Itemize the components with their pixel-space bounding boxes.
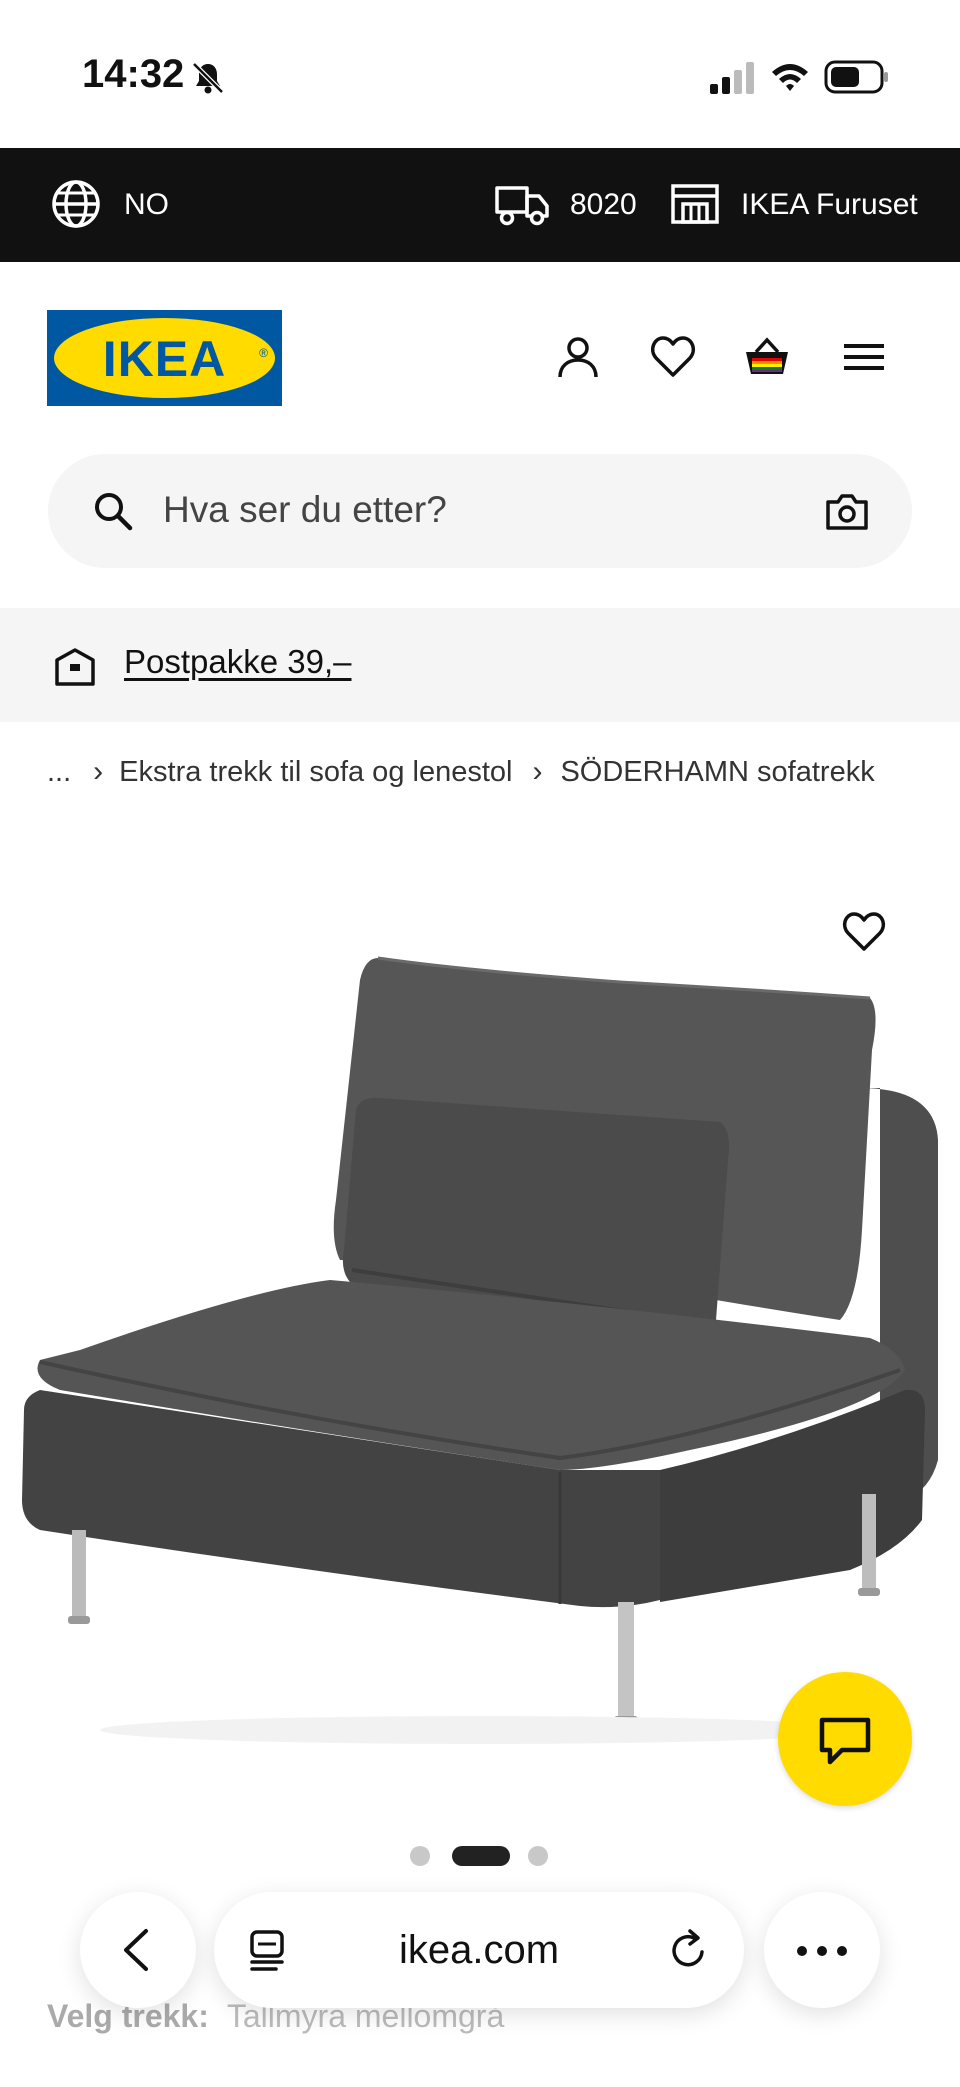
bell-off-icon [192,62,224,94]
chat-bubble-icon [819,1717,871,1765]
status-time: 14:32 [82,52,185,96]
chevron-right-icon: › [532,755,543,788]
breadcrumb-item-product[interactable]: SÖDERHAMN sofatrekk [560,756,874,789]
heart-icon[interactable] [650,334,696,380]
more-button[interactable] [764,1892,880,2008]
parcel-box-icon [55,648,95,686]
search-bar[interactable]: Hva ser du etter? [48,454,912,568]
signal-icon [710,62,754,94]
store-icon[interactable] [670,182,720,226]
pager-dot-active[interactable] [452,1846,510,1866]
pager-dot[interactable] [410,1846,430,1866]
shipping-banner-link[interactable]: Postpakke 39,– [124,643,352,681]
language-label[interactable]: NO [124,188,169,222]
basket-icon[interactable] [744,334,790,380]
pager-dot[interactable] [528,1846,548,1866]
chevron-right-icon: › [93,755,104,788]
url-text[interactable]: ikea.com [214,1928,744,1973]
more-icon [797,1946,847,1956]
wifi-icon [772,64,808,91]
logo-registered-mark: ® [259,346,268,360]
battery-icon [824,60,888,94]
logo-text: IKEA [102,331,227,387]
search-icon [95,493,133,531]
ikea-logo[interactable]: IKEA ® [47,310,282,406]
product-favorite-button[interactable] [832,900,896,964]
breadcrumb: ... › Ekstra trekk til sofa og lenestol … [47,752,875,792]
truck-icon[interactable] [494,182,550,226]
address-bar[interactable]: ikea.com [214,1892,744,2008]
user-icon[interactable] [555,334,601,380]
reload-icon[interactable] [666,1928,710,1972]
store-label[interactable]: IKEA Furuset [741,188,918,222]
status-bar: 14:32 [0,0,960,148]
search-input[interactable]: Hva ser du etter? [163,489,447,531]
menu-icon[interactable] [842,334,888,380]
back-icon [124,1929,148,1971]
camera-icon[interactable] [824,488,870,534]
breadcrumb-item-category[interactable]: Ekstra trekk til sofa og lenestol [119,756,512,789]
globe-icon[interactable] [50,178,102,230]
browser-toolbar: ikea.com [0,1888,960,2008]
back-button[interactable] [80,1892,196,2008]
postcode-label[interactable]: 8020 [570,188,637,222]
shipping-banner[interactable]: Postpakke 39,– [0,608,960,722]
heart-icon [842,912,886,951]
top-bar: NO 8020 IKEA Furuset [0,148,960,262]
chat-button[interactable] [778,1672,912,1806]
breadcrumb-ellipsis[interactable]: ... [47,756,71,789]
